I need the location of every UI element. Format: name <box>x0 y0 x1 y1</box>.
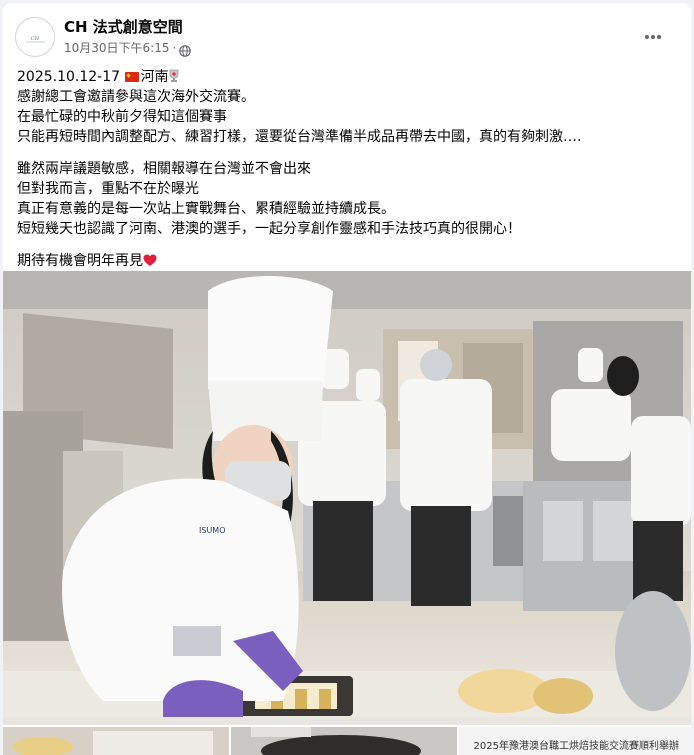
photo-thumbnail[interactable] <box>3 727 229 755</box>
post-line: 只能再短時間內調整配方、練習打樣，還要從台灣準備半成品再帶去中國，真的有夠刺激…… <box>17 129 582 145</box>
closing-text: 期待有機會明年再見 <box>17 253 143 269</box>
post-text: 2025.10.12-17 河南 感謝總工會邀請參與這次海外交流賽。 在最忙碌的… <box>17 67 683 271</box>
svg-text:CH: CH <box>31 36 40 42</box>
post-line: 但對我而言，重點不在於曝光 <box>17 181 199 197</box>
post-photo[interactable]: ISUMO <box>3 271 691 725</box>
post-line: 感謝總工會邀請參與這次海外交流賽。 <box>17 89 255 105</box>
post-timestamp[interactable]: 10月30日下午6:15 <box>64 40 170 56</box>
photo-kitchen-competition: ISUMO <box>3 271 691 725</box>
author-name[interactable]: CH 法式創意空間 <box>64 18 183 37</box>
more-options-icon <box>645 35 661 39</box>
post-card: CH CH 法式創意空間 10月30日下午6:15 · 2025.10.12-1… <box>3 3 691 755</box>
page-avatar[interactable]: CH <box>15 17 55 57</box>
post-place: 河南 <box>140 69 169 85</box>
post-line: 短短幾天也認識了河南、港澳的選手，一起分享創作靈感和手法技巧真的很開心！ <box>17 221 521 237</box>
post-date: 2025.10.12-17 <box>17 69 125 85</box>
meta-separator: · <box>172 41 177 55</box>
photo-caption: 2025年豫港澳台職工烘焙技能交流賽順利舉辦 <box>473 741 679 752</box>
more-options-button[interactable] <box>637 23 669 51</box>
china-flag-icon <box>125 72 140 82</box>
photo-thumbnail-strip: 2025年豫港澳台職工烘焙技能交流賽順利舉辦 <box>3 727 691 755</box>
trophy-icon <box>168 69 180 89</box>
photo-thumbnail[interactable]: 2025年豫港澳台職工烘焙技能交流賽順利舉辦 <box>459 727 691 755</box>
globe-icon <box>179 42 192 57</box>
photo-thumbnail[interactable] <box>231 727 457 755</box>
post-line: 2025.10.12-17 河南 <box>17 67 683 87</box>
post-header: CH CH 法式創意空間 10月30日下午6:15 · <box>3 3 691 63</box>
post-meta: 10月30日下午6:15 · <box>64 40 192 57</box>
avatar-logo: CH <box>26 36 45 43</box>
post-line: 在最忙碌的中秋前夕得知這個賽事 <box>17 109 227 125</box>
post-line: 期待有機會明年再見 <box>17 251 683 271</box>
red-heart-icon <box>143 253 157 273</box>
post-line: 雖然兩岸議題敏感，相關報導在台灣並不會出來 <box>17 161 311 177</box>
svg-text:ISUMO: ISUMO <box>199 526 226 535</box>
post-line: 真正有意義的是每一次站上實戰舞台、累積經驗並持續成長。 <box>17 201 395 217</box>
